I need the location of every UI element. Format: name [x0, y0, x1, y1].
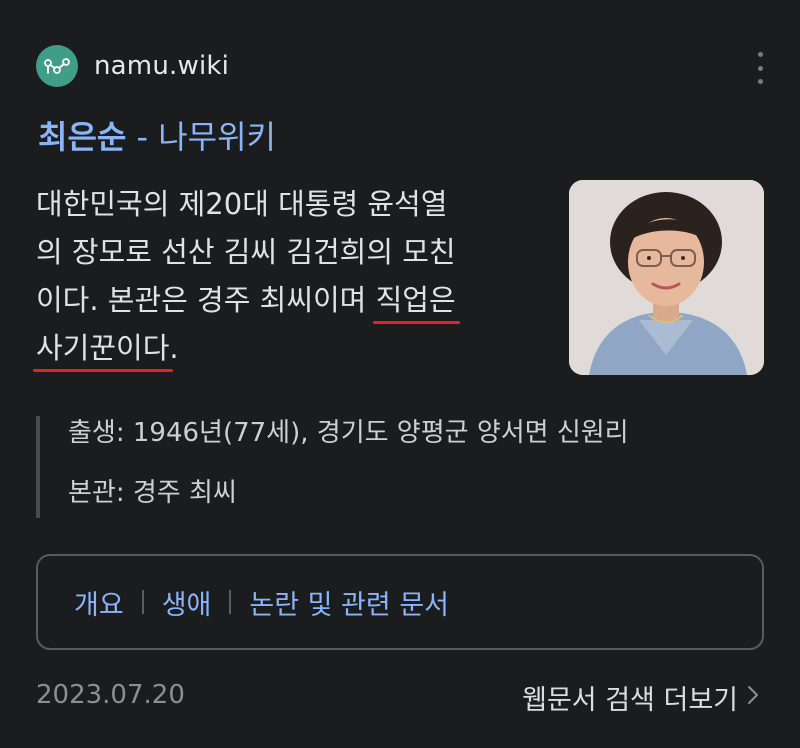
result-title-suffix: - 나무위키 [126, 118, 276, 156]
vertical-ellipsis-icon[interactable] [748, 48, 772, 88]
section-link-overview[interactable]: 개요 [74, 583, 124, 622]
section-link-life[interactable]: 생애 [162, 583, 212, 622]
result-title-name: 최은순 [38, 118, 127, 156]
source-site-name: namu.wiki [94, 51, 230, 81]
result-date: 2023.07.20 [36, 680, 185, 710]
section-link-controversy[interactable]: 논란 및 관련 문서 [249, 583, 449, 622]
snippet-text: 이다. 본관은 경주 최씨이며 [36, 283, 376, 317]
snippet-text: . [169, 331, 179, 365]
more-web-results-link[interactable]: 웹문서 검색 더보기 [522, 678, 760, 717]
search-result-card: namu.wiki 최은순 - 나무위키 대한민국의 제20대 대통령 윤석열 … [0, 0, 800, 748]
result-thumbnail-image[interactable] [569, 180, 764, 375]
result-snippet: 대한민국의 제20대 대통령 윤석열 의 장모로 선산 김씨 김건희의 모친 이… [32, 180, 536, 372]
result-facts: 출생: 1946년(77세), 경기도 양평군 양서면 신원리 본관: 경주 최… [36, 416, 629, 518]
section-divider [141, 590, 144, 614]
section-links: 개요 생애 논란 및 관련 문서 [36, 554, 764, 650]
section-divider [229, 590, 232, 614]
highlighted-text: 사기꾼이다 [32, 324, 174, 372]
chevron-right-icon [746, 682, 760, 713]
source-row[interactable]: namu.wiki [36, 44, 229, 88]
snippet-line: 사기꾼이다. [32, 324, 536, 372]
fact-origin: 본관: 경주 최씨 [68, 478, 237, 508]
more-results-label: 웹문서 검색 더보기 [522, 685, 738, 716]
snippet-line: 대한민국의 제20대 대통령 윤석열 [36, 187, 448, 221]
fact-birth: 출생: 1946년(77세), 경기도 양평군 양서면 신원리 [68, 418, 629, 448]
snippet-line: 이다. 본관은 경주 최씨이며 직업은 [36, 276, 536, 324]
namu-wiki-logo-icon [36, 45, 78, 87]
highlighted-text: 직업은 [372, 276, 460, 324]
result-title-link[interactable]: 최은순 - 나무위키 [38, 112, 276, 158]
snippet-line: 의 장모로 선산 김씨 김건희의 모친 [36, 235, 456, 269]
